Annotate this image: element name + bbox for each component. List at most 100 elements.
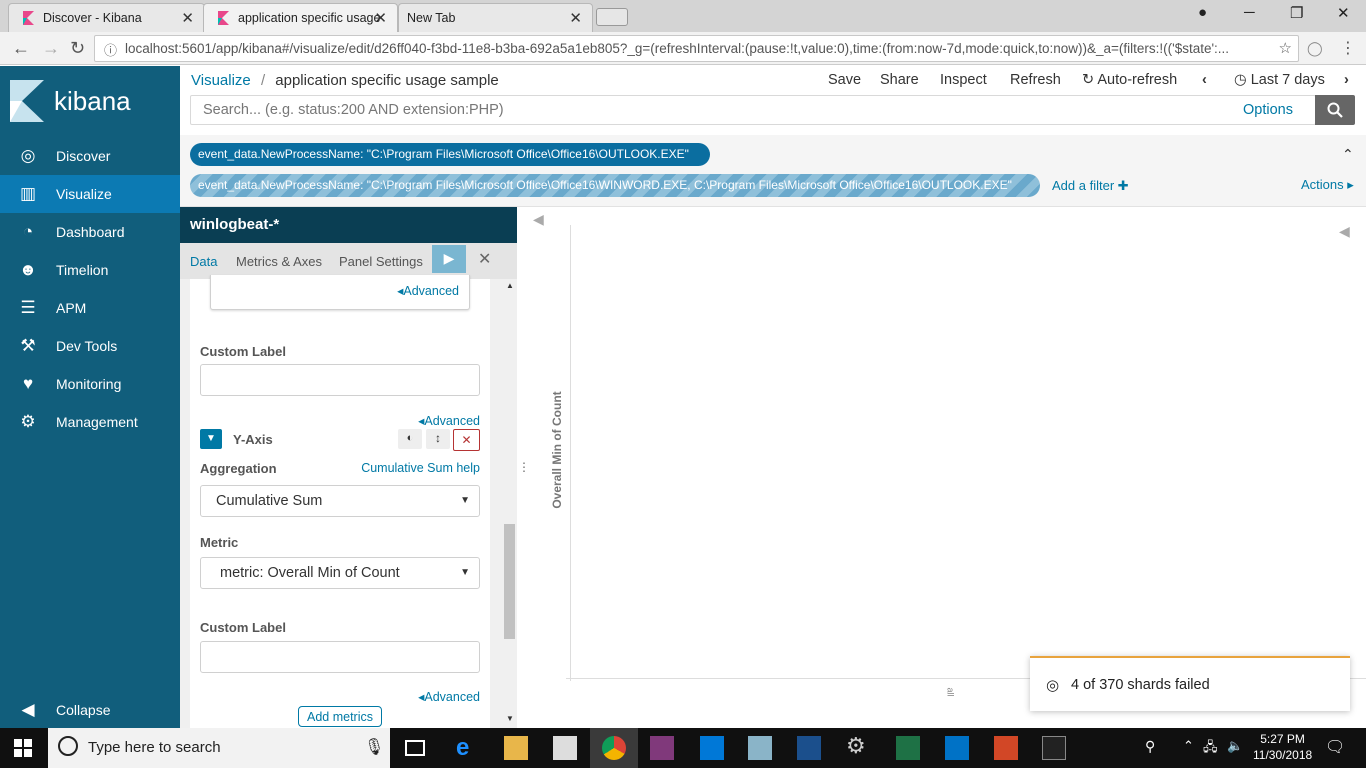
minimize-icon[interactable]: ─: [1244, 4, 1255, 21]
store-icon[interactable]: [553, 736, 577, 760]
tab-title: New Tab: [407, 11, 456, 25]
time-next-icon[interactable]: ›: [1344, 72, 1349, 88]
taskbar-search-input[interactable]: Type here to search 🎙: [48, 728, 390, 768]
close-tab-icon[interactable]: ✕: [181, 9, 194, 27]
auto-refresh-button[interactable]: ↻ Auto-refresh: [1082, 72, 1177, 88]
resize-handle-icon[interactable]: ⋮: [518, 460, 530, 474]
sidebar-item-dev-tools[interactable]: ⚒ Dev Tools: [0, 327, 180, 365]
sidebar-item-management[interactable]: ⚙ Management: [0, 403, 180, 441]
sidebar-item-timelion[interactable]: ☻ Timelion: [0, 251, 180, 289]
filter-actions-button[interactable]: Actions ▸: [1301, 177, 1354, 193]
discard-changes-icon[interactable]: ✕: [478, 249, 491, 269]
sidebar-item-apm[interactable]: ☰ APM: [0, 289, 180, 327]
scroll-down-icon[interactable]: ▼: [506, 714, 514, 723]
vscode-icon[interactable]: [700, 736, 724, 760]
browser-tab-new[interactable]: New Tab ✕: [398, 3, 593, 32]
search-input[interactable]: Search... (e.g. status:200 AND extension…: [190, 95, 1316, 125]
outlook-icon[interactable]: [945, 736, 969, 760]
time-prev-icon[interactable]: ‹: [1202, 72, 1207, 88]
maximize-icon[interactable]: ❐: [1290, 4, 1303, 22]
task-view-icon[interactable]: [405, 740, 425, 756]
windows-start-icon[interactable]: [14, 739, 32, 757]
share-button[interactable]: Share: [880, 72, 919, 88]
scrollbar-thumb[interactable]: [504, 524, 515, 639]
forward-icon[interactable]: →: [42, 38, 60, 59]
chrome-icon[interactable]: [602, 736, 626, 760]
info-icon[interactable]: ⓘ: [104, 40, 117, 59]
file-explorer-icon[interactable]: [504, 736, 528, 760]
expand-yaxis-button[interactable]: ▼: [200, 429, 222, 449]
shards-failed-toast[interactable]: ◎ 4 of 370 shards failed: [1030, 656, 1350, 711]
custom-label-input[interactable]: [200, 641, 480, 673]
reload-icon[interactable]: ↻: [70, 38, 85, 59]
sidebar-item-dashboard[interactable]: ◔ Dashboard: [0, 213, 180, 251]
browser-tab-visualize[interactable]: application specific usage ✕: [203, 3, 398, 32]
aggregation-value: Cumulative Sum: [216, 493, 323, 509]
filter-pill-winword-outlook[interactable]: event_data.NewProcessName: "C:\Program F…: [190, 174, 1040, 197]
collapse-editor-icon[interactable]: ◀: [533, 211, 544, 228]
metric-select[interactable]: metric: Overall Min of Count ▼: [200, 557, 480, 589]
advanced-toggle[interactable]: ◂Advanced: [418, 413, 480, 428]
aggregation-select[interactable]: Cumulative Sum ▼: [200, 485, 480, 517]
scroll-up-icon[interactable]: ▲: [506, 281, 514, 290]
close-window-icon[interactable]: ✕: [1337, 4, 1350, 22]
close-tab-icon[interactable]: ✕: [374, 9, 387, 27]
inspect-button[interactable]: Inspect: [940, 72, 987, 88]
notifications-icon[interactable]: 🗨: [1325, 737, 1345, 757]
add-metrics-button[interactable]: Add metrics: [298, 706, 382, 727]
menu-icon[interactable]: ⋮: [1340, 38, 1356, 58]
sidebar-collapse[interactable]: ◀ Collapse: [0, 691, 180, 729]
settings-gear-icon[interactable]: ⚙: [846, 733, 870, 758]
extension-icon[interactable]: ◯: [1307, 40, 1323, 57]
cumulative-sum-help-link[interactable]: Cumulative Sum help: [361, 461, 480, 475]
tab-data[interactable]: Data: [190, 254, 217, 269]
apply-changes-button[interactable]: ▶: [432, 245, 466, 273]
taskbar-clock[interactable]: 5:27 PM 11/30/2018: [1253, 731, 1312, 763]
save-button[interactable]: Save: [828, 72, 861, 88]
editor-scrollbar[interactable]: ▲ ▼: [502, 279, 517, 728]
remove-icon[interactable]: ✕: [453, 429, 480, 451]
powershell-icon[interactable]: [797, 736, 821, 760]
tray-up-icon[interactable]: ⌃: [1183, 738, 1194, 754]
time-picker-button[interactable]: ◷ Last 7 days: [1234, 72, 1325, 88]
toast-text: 4 of 370 shards failed: [1071, 677, 1210, 693]
edge-icon[interactable]: e: [456, 734, 480, 761]
notepad-icon[interactable]: [748, 736, 772, 760]
sidebar-item-label: Dev Tools: [56, 338, 118, 354]
collapse-filters-icon[interactable]: ⌃: [1342, 146, 1354, 163]
sidebar-item-visualize[interactable]: ▥ Visualize: [0, 175, 180, 213]
back-icon[interactable]: ←: [12, 38, 30, 59]
advanced-toggle[interactable]: ◂Advanced: [397, 283, 459, 298]
close-tab-icon[interactable]: ✕: [569, 9, 582, 27]
sidebar-item-monitoring[interactable]: ♥ Monitoring: [0, 365, 180, 403]
refresh-button[interactable]: Refresh: [1010, 72, 1061, 88]
powerpoint-icon[interactable]: [994, 736, 1018, 760]
excel-icon[interactable]: [896, 736, 920, 760]
new-tab-button[interactable]: [596, 8, 628, 26]
options-button[interactable]: Options: [1243, 102, 1293, 118]
bookmark-star-icon[interactable]: ☆: [1278, 39, 1292, 57]
network-icon[interactable]: 🖧: [1203, 738, 1218, 760]
search-submit-button[interactable]: [1315, 95, 1355, 125]
toggle-icon[interactable]: ◐: [398, 429, 422, 449]
y-axis-title: Overall Min of Count: [550, 391, 564, 509]
people-icon[interactable]: ⚲: [1145, 738, 1155, 755]
add-filter-button[interactable]: Add a filter ✚: [1052, 178, 1129, 194]
browser-tab-discover[interactable]: Discover - Kibana ✕: [8, 3, 205, 32]
cortana-icon: [58, 736, 78, 756]
volume-icon[interactable]: 🔈: [1227, 738, 1243, 754]
profile-icon[interactable]: ●: [1198, 4, 1207, 21]
url-input[interactable]: ⓘ localhost:5601/app/kibana#/visualize/e…: [94, 35, 1299, 62]
custom-label-input[interactable]: [200, 364, 480, 396]
microphone-icon[interactable]: 🎙: [364, 737, 384, 757]
filter-pill-outlook[interactable]: event_data.NewProcessName: "C:\Program F…: [190, 143, 710, 166]
tab-metrics-axes[interactable]: Metrics & Axes: [236, 254, 322, 269]
onenote-icon[interactable]: [650, 736, 674, 760]
tab-panel-settings[interactable]: Panel Settings: [339, 254, 423, 269]
sidebar-item-discover[interactable]: ◎ Discover: [0, 137, 180, 175]
toggle-legend-icon[interactable]: ◀: [1339, 223, 1350, 240]
breadcrumb-visualize-link[interactable]: Visualize: [191, 72, 251, 89]
advanced-toggle[interactable]: ◂Advanced: [418, 689, 480, 704]
command-prompt-icon[interactable]: [1042, 736, 1066, 760]
drag-handle-icon[interactable]: ↕: [426, 429, 450, 449]
